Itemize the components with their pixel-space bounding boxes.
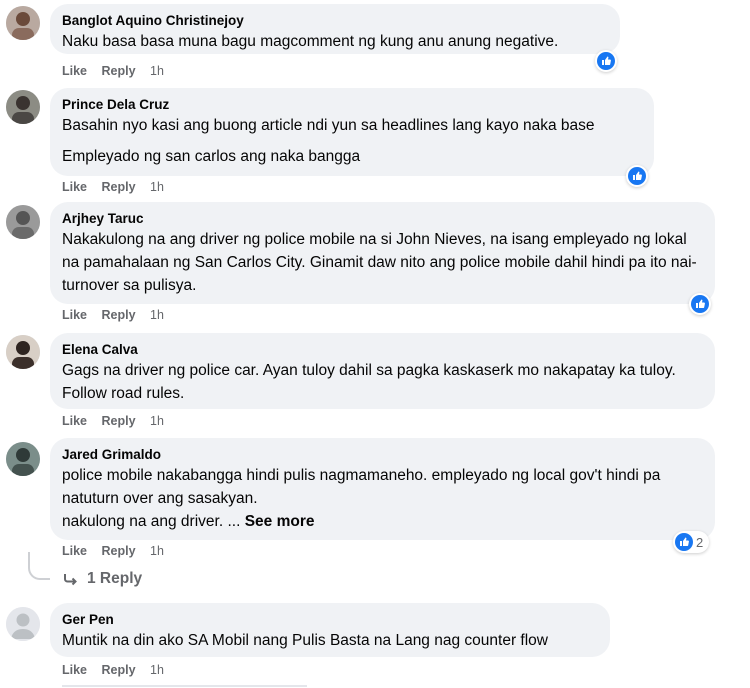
like-button[interactable]: Like <box>62 308 87 322</box>
comment-bubble: Jared Grimaldo police mobile nakabangga … <box>50 438 715 540</box>
comment-text: Muntik na din ako SA Mobil nang Pulis Ba… <box>62 632 548 649</box>
comment-actions: Like Reply 1h <box>62 414 175 428</box>
reply-button[interactable]: Reply <box>102 180 136 194</box>
commenter-name[interactable]: Arjhey Taruc <box>62 210 703 228</box>
like-icon <box>628 167 646 185</box>
avatar[interactable] <box>6 90 40 124</box>
comment-bubble: Elena Calva Gags na driver ng police car… <box>50 333 715 409</box>
comment-bubble: Prince Dela Cruz Basahin nyo kasi ang bu… <box>50 88 654 176</box>
commenter-name[interactable]: Jared Grimaldo <box>62 446 703 464</box>
reply-arrow-icon <box>64 574 77 586</box>
reply-button[interactable]: Reply <box>102 663 136 677</box>
reaction-count: 2 <box>696 534 704 550</box>
comment-time[interactable]: 1h <box>150 64 164 78</box>
comment-bubble: Ger Pen Muntik na din ako SA Mobil nang … <box>50 603 610 657</box>
reply-button[interactable]: Reply <box>102 64 136 78</box>
comment-time[interactable]: 1h <box>150 663 164 677</box>
like-icon <box>675 533 693 551</box>
avatar[interactable] <box>6 607 40 641</box>
comment-actions: Like Reply 1h <box>62 663 175 677</box>
view-replies-link[interactable]: 1 Reply <box>63 570 142 588</box>
reaction-badge[interactable] <box>595 50 617 72</box>
comment-text-tail: nakulong na ang driver. ... See more <box>62 513 315 530</box>
see-more-link[interactable]: See more <box>245 513 315 530</box>
avatar[interactable] <box>6 205 40 239</box>
comment-time[interactable]: 1h <box>150 308 164 322</box>
commenter-name[interactable]: Prince Dela Cruz <box>62 96 642 114</box>
like-icon <box>597 52 615 70</box>
reply-button[interactable]: Reply <box>102 544 136 558</box>
reaction-badge[interactable] <box>689 293 711 315</box>
reaction-badge[interactable]: 2 <box>673 531 710 553</box>
comment-text: Empleyado ng san carlos ang naka bangga <box>62 148 361 165</box>
comment-text: Nakakulong na ang driver ng police mobil… <box>62 231 697 294</box>
like-button[interactable]: Like <box>62 414 87 428</box>
reply-button[interactable]: Reply <box>102 414 136 428</box>
thread-connector <box>28 552 50 580</box>
comment-text: Basahin nyo kasi ang buong article ndi y… <box>62 117 595 134</box>
avatar[interactable] <box>6 335 40 369</box>
comment-actions: Like Reply 1h <box>62 308 175 322</box>
avatar[interactable] <box>6 442 40 476</box>
comment-time[interactable]: 1h <box>150 414 164 428</box>
reaction-badge[interactable] <box>626 165 648 187</box>
comment-actions: Like Reply 1h <box>62 180 175 194</box>
like-button[interactable]: Like <box>62 64 87 78</box>
comment-bubble: Banglot Aquino Christinejoy Naku basa ba… <box>50 4 620 54</box>
view-replies-label[interactable]: 1 Reply <box>87 570 142 588</box>
comment-time[interactable]: 1h <box>150 180 164 194</box>
comment-time[interactable]: 1h <box>150 544 164 558</box>
commenter-name[interactable]: Ger Pen <box>62 611 598 629</box>
reply-button[interactable]: Reply <box>102 308 136 322</box>
like-button[interactable]: Like <box>62 663 87 677</box>
comment-actions: Like Reply 1h <box>62 64 175 78</box>
comment-text: Gags na driver ng police car. Ayan tuloy… <box>62 362 676 402</box>
commenter-name[interactable]: Banglot Aquino Christinejoy <box>62 12 608 30</box>
comment-text: police mobile nakabangga hindi pulis nag… <box>62 467 661 507</box>
divider <box>62 685 307 687</box>
comment-bubble: Arjhey Taruc Nakakulong na ang driver ng… <box>50 202 715 304</box>
like-button[interactable]: Like <box>62 180 87 194</box>
like-icon <box>691 295 709 313</box>
commenter-name[interactable]: Elena Calva <box>62 341 703 359</box>
comment-text: Naku basa basa muna bagu magcomment ng k… <box>62 33 559 50</box>
like-button[interactable]: Like <box>62 544 87 558</box>
avatar[interactable] <box>6 6 40 40</box>
comment-actions: Like Reply 1h <box>62 544 175 558</box>
